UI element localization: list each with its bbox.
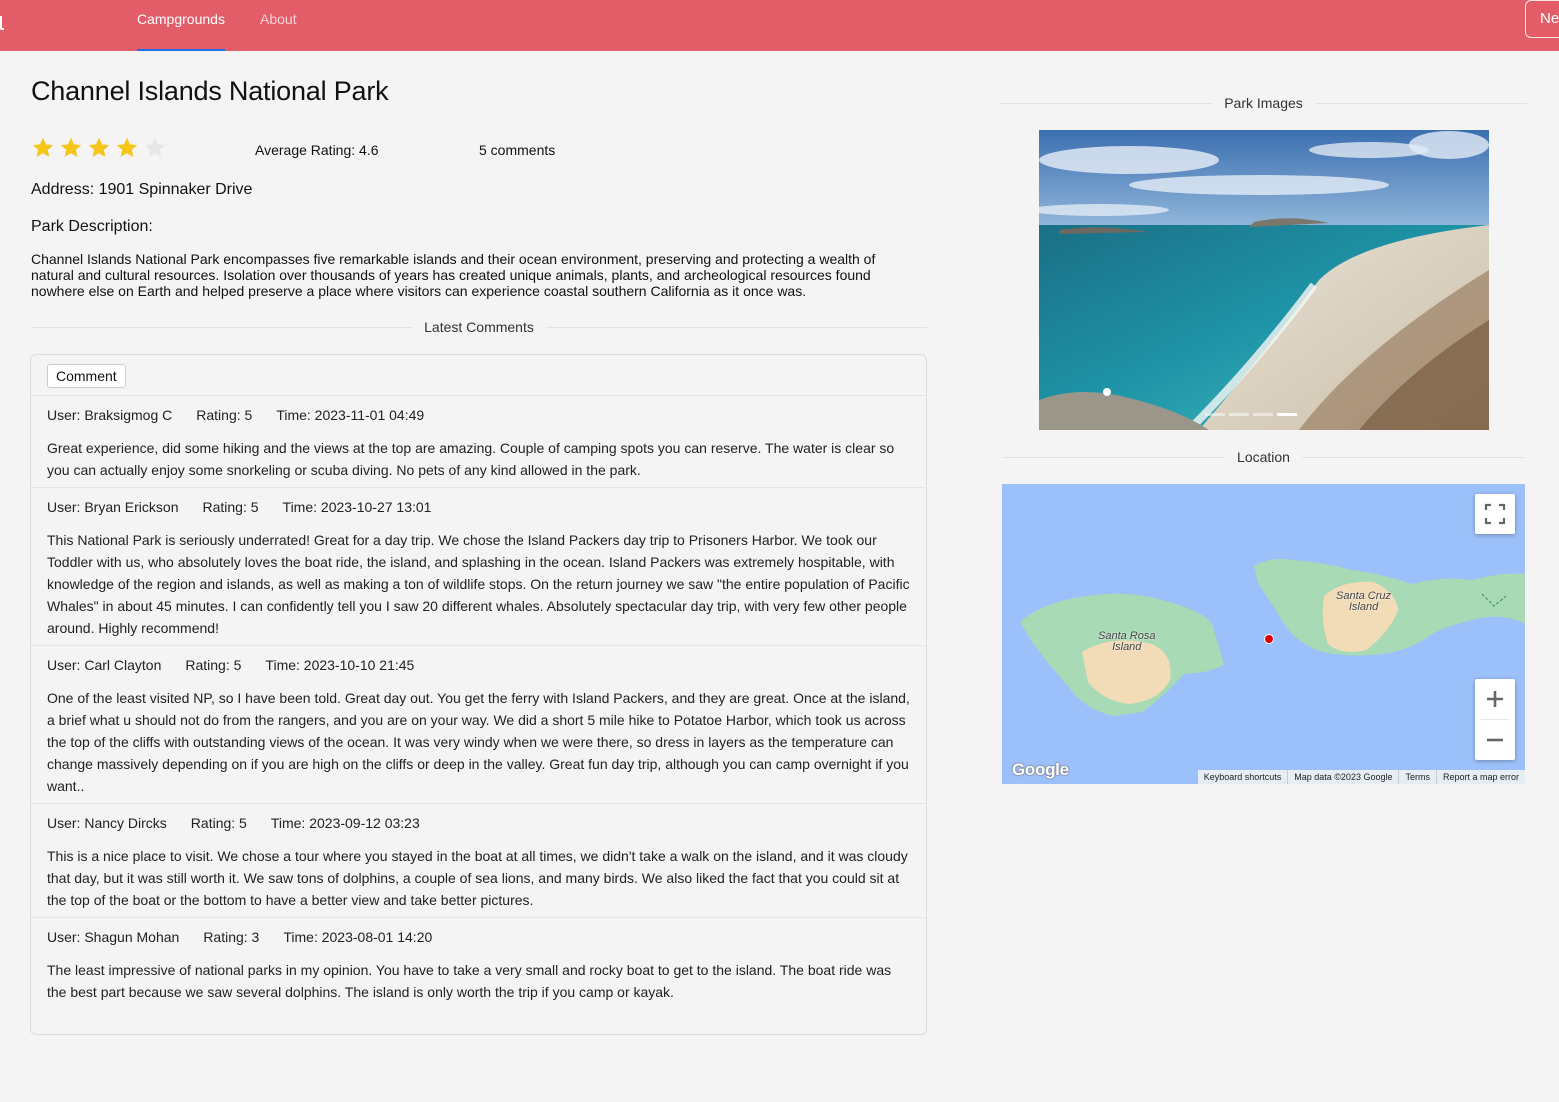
zoom-controls (1475, 679, 1515, 760)
comment-item: User: Braksigmog C Rating: 5 Time: 2023-11… (31, 396, 926, 488)
comment-time: Time: 2023-09-12 03:23 (270, 815, 420, 831)
terms-link[interactable]: Terms (1398, 770, 1436, 784)
park-address: Address: 1901 Spinnaker Drive (31, 181, 253, 198)
comment-text: This is a nice place to visit. We chose … (47, 848, 908, 908)
comment-text: This National Park is seriously underrat… (47, 532, 910, 636)
location-divider: Location (1002, 447, 1525, 467)
comment-text: The least impressive of national parks i… (47, 962, 892, 1000)
star-filled-icon (88, 137, 110, 157)
comment-user: User: Nancy Dircks (47, 815, 167, 831)
keyboard-shortcuts-link[interactable]: Keyboard shortcuts (1198, 770, 1288, 784)
comment-item: User: Bryan Erickson Rating: 5 Time: 2023-… (31, 488, 926, 646)
description-heading: Park Description: (31, 218, 153, 235)
comment-toolbar: Comment (31, 355, 926, 396)
zoom-out-button[interactable] (1475, 720, 1515, 760)
comment-time: Time: 2023-11-01 04:49 (276, 407, 425, 423)
comment-time: Time: 2023-08-01 14:20 (283, 929, 433, 945)
comment-text: One of the least visited NP, so I have b… (47, 690, 910, 794)
star-filled-icon (32, 137, 54, 157)
comment-meta: User: Braksigmog C Rating: 5 Time: 2023-11… (47, 396, 910, 432)
plus-icon (1487, 691, 1503, 707)
new-campground-button[interactable]: Ne (1525, 0, 1559, 38)
location-heading: Location (1237, 449, 1290, 465)
map-canvas[interactable] (1002, 484, 1525, 784)
comment-item: User: Shagun Mohan Rating: 3 Time: 2023-08… (31, 918, 926, 1009)
comment-item: User: Carl Clayton Rating: 5 Time: 2023-10… (31, 646, 926, 804)
comment-rating: Rating: 5 (202, 499, 259, 515)
add-comment-button[interactable]: Comment (47, 364, 126, 388)
comment-meta: User: Carl Clayton Rating: 5 Time: 2023-10… (47, 646, 910, 682)
google-logo[interactable]: Google (1012, 760, 1069, 780)
zoom-in-button[interactable] (1475, 679, 1515, 719)
latest-comments-heading: Latest Comments (424, 319, 534, 335)
star-filled-icon (116, 137, 138, 157)
map-label-santa-cruz: Santa Cruz Island (1336, 590, 1392, 613)
fullscreen-icon (1484, 503, 1506, 525)
tab-campgrounds[interactable]: Campgrounds (137, 0, 225, 51)
comment-user: User: Carl Clayton (47, 657, 162, 673)
report-map-error-link[interactable]: Report a map error (1435, 770, 1525, 784)
brand-logo-icon[interactable] (0, 16, 4, 30)
comment-rating: Rating: 3 (203, 929, 260, 945)
comment-item: User: Nancy Dircks Rating: 5 Time: 2023-09… (31, 804, 926, 918)
comment-meta: User: Shagun Mohan Rating: 3 Time: 2023-08… (47, 918, 910, 954)
location-map[interactable]: Santa Rosa Island Santa Cruz Island Goog… (1002, 484, 1525, 784)
comment-user: User: Braksigmog C (47, 407, 173, 423)
star-rating (29, 135, 169, 161)
carousel-indicator[interactable] (1205, 413, 1225, 416)
carousel-indicator[interactable] (1253, 413, 1273, 416)
park-description: Channel Islands National Park encompasse… (31, 251, 876, 299)
fullscreen-button[interactable] (1475, 494, 1515, 534)
minus-icon (1487, 738, 1503, 742)
top-navbar: Campgrounds About Ne (0, 0, 1559, 51)
comment-time: Time: 2023-10-10 21:45 (265, 657, 415, 673)
map-data-attribution: Map data ©2023 Google (1287, 770, 1398, 784)
comments-panel: Comment User: Braksigmog C Rating: 5 Time:… (30, 354, 927, 1035)
comment-text: Great experience, did some hiking and th… (47, 440, 895, 478)
page-title: Channel Islands National Park (31, 76, 389, 106)
comment-user: User: Bryan Erickson (47, 499, 179, 515)
tab-about[interactable]: About (260, 0, 297, 51)
comment-user: User: Shagun Mohan (47, 929, 180, 945)
park-images-heading: Park Images (1224, 95, 1303, 111)
latest-comments-divider: Latest Comments (31, 317, 927, 337)
carousel-indicator[interactable] (1229, 413, 1249, 416)
comment-meta: User: Bryan Erickson Rating: 5 Time: 2023-… (47, 488, 910, 524)
average-rating: Average Rating: 4.6 (255, 142, 379, 158)
comment-list: User: Braksigmog C Rating: 5 Time: 2023-11… (31, 396, 926, 1009)
comment-time: Time: 2023-10-27 13:01 (282, 499, 432, 515)
comment-meta: User: Nancy Dircks Rating: 5 Time: 2023-09… (47, 804, 910, 840)
carousel-indicator[interactable] (1277, 413, 1297, 416)
park-images-divider: Park Images (1000, 93, 1527, 113)
map-label-santa-rosa: Santa Rosa Island (1098, 630, 1156, 653)
comment-count: 5 comments (479, 142, 556, 158)
carousel-indicators (1205, 413, 1297, 416)
star-filled-icon (60, 137, 82, 157)
map-footer: Keyboard shortcuts Map data ©2023 Google… (1197, 770, 1525, 784)
comment-rating: Rating: 5 (185, 657, 242, 673)
comment-rating: Rating: 5 (196, 407, 253, 423)
comment-rating: Rating: 5 (190, 815, 247, 831)
star-empty-icon (144, 137, 166, 157)
location-marker[interactable] (1264, 634, 1274, 644)
beach-photo (1039, 130, 1489, 430)
park-image-carousel[interactable] (1039, 130, 1489, 430)
